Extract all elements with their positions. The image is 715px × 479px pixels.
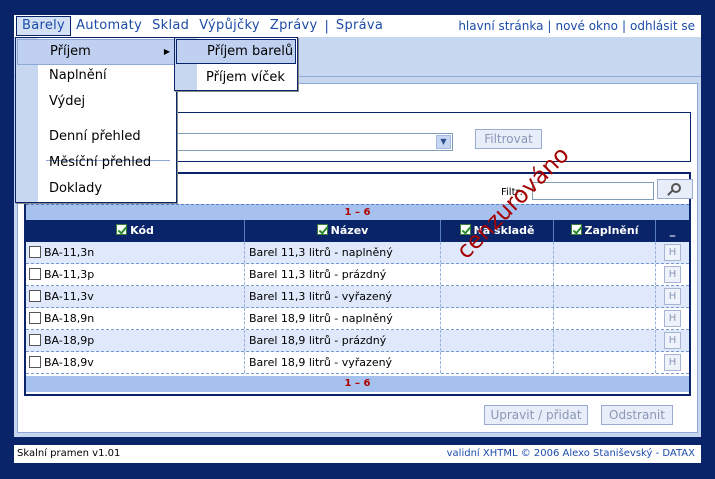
checkbox-checked-icon[interactable] [570, 224, 582, 235]
row-checkbox[interactable] [29, 246, 41, 258]
filter-button[interactable]: Filtrovat [475, 129, 542, 149]
cell-zaplneni [554, 242, 656, 263]
cell-zaplneni [554, 308, 656, 329]
top-links: hlavní stránka | nové okno | odhlásit se [458, 15, 695, 37]
footer: Skalní pramen v1.01 validní XHTML © 2006… [14, 445, 701, 463]
link-logout[interactable]: odhlásit se [630, 19, 695, 33]
menu-separator: | [324, 18, 329, 34]
menu-vypujcky[interactable]: Výpůjčky [194, 16, 265, 36]
history-button[interactable]: H [664, 332, 681, 349]
menubar: Barely Automaty Sklad Výpůjčky Zprávy | … [14, 15, 701, 37]
cell-nazev: Barel 11,3 litrů - prázdný [245, 264, 441, 285]
history-button[interactable]: H [664, 244, 681, 261]
cell-na-sklade [441, 264, 554, 285]
menu-automaty[interactable]: Automaty [71, 16, 147, 36]
table-row[interactable]: BA-18,9n Barel 18,9 litrů - naplněný H [26, 308, 689, 330]
column-header-kod[interactable]: Kód [26, 220, 245, 242]
link-home[interactable]: hlavní stránka [458, 19, 543, 33]
submenu-item-prijem-vicek[interactable]: Příjem víček [176, 65, 296, 90]
cell-zaplneni [554, 352, 656, 373]
column-header-nazev[interactable]: Název [245, 220, 441, 242]
pager-top[interactable]: 1 – 6 [26, 204, 689, 220]
table-row[interactable]: BA-18,9p Barel 18,9 litrů - prázdný H [26, 330, 689, 352]
table-row[interactable]: BA-18,9v Barel 18,9 litrů - vyřazený H [26, 352, 689, 374]
cell-kod: BA-18,9v [26, 352, 245, 373]
cell-na-sklade [441, 308, 554, 329]
checkbox-checked-icon[interactable] [316, 224, 328, 235]
cell-nazev: Barel 18,9 litrů - vyřazený [245, 352, 441, 373]
barely-dropdown-menu: Příjem ▶ Naplnění Výdej Denní přehled Mě… [15, 37, 177, 203]
footer-credits[interactable]: validní XHTML © 2006 Alexo Staniševský -… [447, 445, 695, 463]
menu-item-mesicni-prehled[interactable]: Měsíční přehled [17, 150, 175, 176]
menu-item-naplneni[interactable]: Naplnění [17, 63, 175, 89]
cell-zaplneni [554, 264, 656, 285]
cell-actions: H [656, 330, 689, 351]
cell-nazev: Barel 11,3 litrů - naplněný [245, 242, 441, 263]
grid-header: Kód Název Na skladě Zaplnění _ [26, 220, 689, 242]
menu-item-vydej[interactable]: Výdej [17, 89, 175, 115]
menu-sklad[interactable]: Sklad [147, 16, 194, 36]
chevron-down-icon[interactable]: ▼ [436, 135, 451, 149]
edit-add-button[interactable]: Upravit / přidat [484, 405, 588, 425]
submenu-item-prijem-barelu[interactable]: Příjem barelů [176, 39, 296, 64]
row-checkbox[interactable] [29, 290, 41, 302]
search-button[interactable] [657, 179, 693, 199]
column-header-actions: _ [669, 224, 676, 237]
row-checkbox[interactable] [29, 334, 41, 346]
history-button[interactable]: H [664, 266, 681, 283]
row-checkbox[interactable] [29, 312, 41, 324]
row-checkbox[interactable] [29, 268, 41, 280]
cell-kod: BA-11,3n [26, 242, 245, 263]
footer-version: Skalní pramen v1.01 [17, 448, 121, 459]
cell-nazev: Barel 18,9 litrů - naplněný [245, 308, 441, 329]
menu-item-prijem[interactable]: Příjem ▶ [17, 39, 175, 65]
menu-item-denni-prehled[interactable]: Denní přehled [17, 124, 175, 150]
menu-list: Barely Automaty Sklad Výpůjčky Zprávy | … [14, 15, 388, 37]
menu-barely[interactable]: Barely [16, 16, 72, 36]
menu-zpravy[interactable]: Zprávy [265, 16, 323, 36]
cell-actions: H [656, 308, 689, 329]
cell-actions: H [656, 352, 689, 373]
table-row[interactable]: BA-11,3v Barel 11,3 litrů - vyřazený H [26, 286, 689, 308]
table-row[interactable]: BA-11,3n Barel 11,3 litrů - naplněný H [26, 242, 689, 264]
pager-bottom[interactable]: 1 – 6 [26, 376, 689, 392]
link-separator: | [547, 19, 552, 33]
checkbox-checked-icon[interactable] [116, 224, 128, 235]
grid-rows: BA-11,3n Barel 11,3 litrů - naplněný H BA-1… [26, 242, 689, 374]
prijem-submenu: Příjem barelů Příjem víček [174, 37, 298, 91]
link-separator: | [621, 19, 626, 33]
cell-zaplneni [554, 286, 656, 307]
cell-na-sklade [441, 286, 554, 307]
cell-na-sklade [441, 330, 554, 351]
menu-sprava[interactable]: Správa [331, 16, 388, 36]
cell-nazev: Barel 18,9 litrů - prázdný [245, 330, 441, 351]
column-header-zaplneni[interactable]: Zaplnění [554, 220, 656, 242]
row-checkbox[interactable] [29, 356, 41, 368]
remove-button[interactable]: Odstranit [601, 405, 673, 425]
data-grid: Filtr: 1 – 6 Kód Název Na skladě Zaplněn… [24, 172, 693, 396]
history-button[interactable]: H [664, 288, 681, 305]
cell-actions: H [656, 286, 689, 307]
cell-zaplneni [554, 330, 656, 351]
submenu-arrow-icon: ▶ [163, 47, 170, 56]
table-row[interactable]: BA-11,3p Barel 11,3 litrů - prázdný H [26, 264, 689, 286]
cell-actions: H [656, 242, 689, 263]
cell-kod: BA-11,3v [26, 286, 245, 307]
menu-item-doklady[interactable]: Doklady [17, 176, 175, 202]
history-button[interactable]: H [664, 310, 681, 327]
cell-kod: BA-18,9p [26, 330, 245, 351]
cell-actions: H [656, 264, 689, 285]
cell-na-sklade [441, 352, 554, 373]
filter-select[interactable]: ▼ [169, 133, 453, 151]
grid-filter-input[interactable] [532, 182, 654, 200]
cell-kod: BA-18,9n [26, 308, 245, 329]
link-new-window[interactable]: nové okno [555, 19, 617, 33]
cell-kod: BA-11,3p [26, 264, 245, 285]
history-button[interactable]: H [664, 354, 681, 371]
cell-nazev: Barel 11,3 litrů - vyřazený [245, 286, 441, 307]
